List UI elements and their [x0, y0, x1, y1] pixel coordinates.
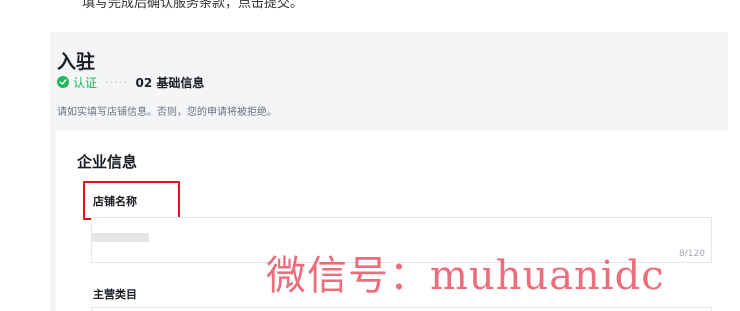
char-counter: 8/120: [679, 249, 705, 259]
step-separator: ·····: [105, 75, 128, 89]
progress-steps: 认证 ····· 02 基础信息: [57, 75, 205, 90]
main-category-select[interactable]: [91, 307, 712, 311]
step-basic-info-label: 02 基础信息: [135, 75, 205, 90]
watermark: 微信号：muhuanidc: [266, 253, 665, 299]
section-title: 企业信息: [77, 153, 138, 171]
page-title: 入驻: [57, 51, 96, 73]
warning-notice: 请如实填写店铺信息。否则，您的申请将被拒绝。: [57, 107, 277, 118]
instruction-text: 填写完成后确认服务条款，点击提交。: [82, 0, 304, 11]
store-name-value-redacted: [91, 233, 149, 242]
check-icon: [57, 76, 69, 88]
step-auth-label: 认证: [73, 75, 98, 90]
highlight-box: [83, 181, 180, 220]
main-category-label: 主营类目: [93, 288, 137, 301]
